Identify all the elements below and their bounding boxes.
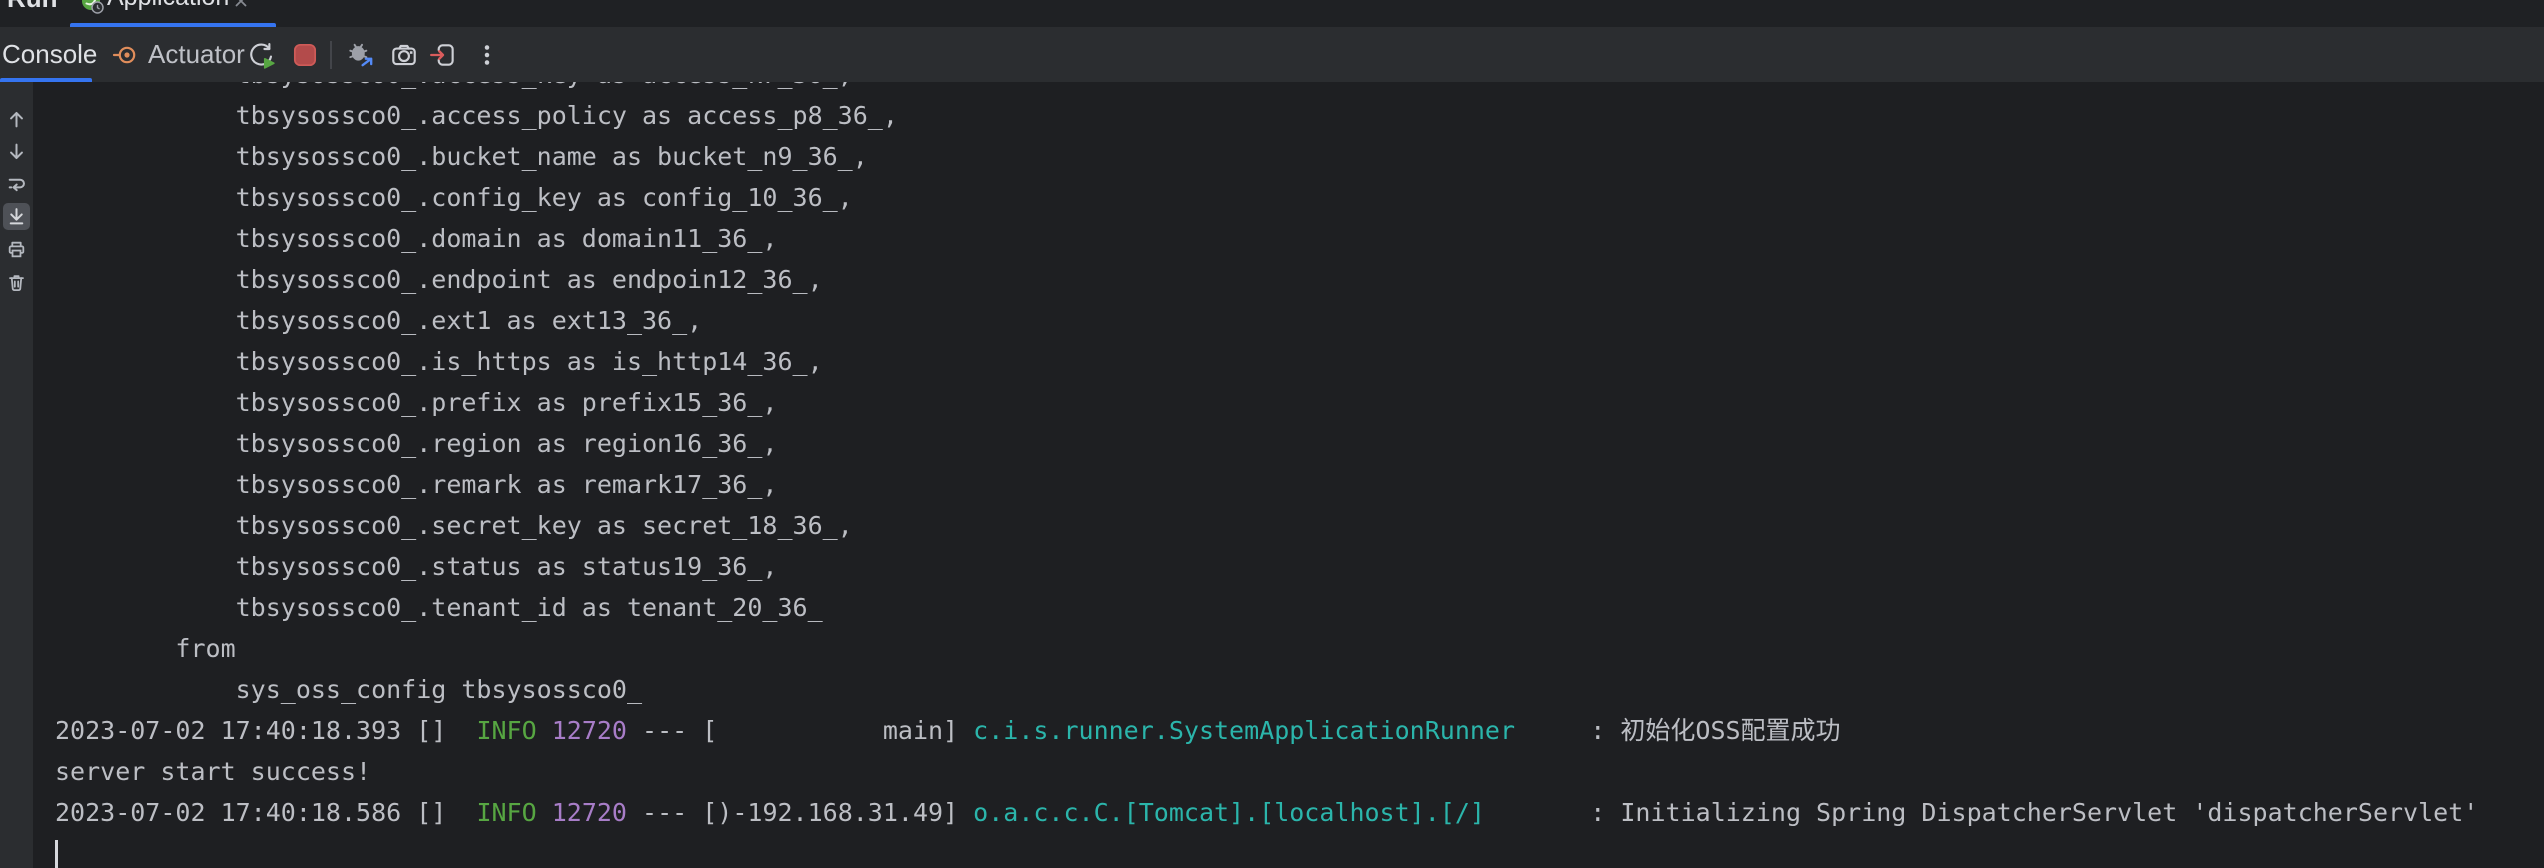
sql-column: tbsysossco0_.secret_key as secret_18_36_… [55,505,2544,546]
attach-debugger-icon [346,40,376,70]
next-occurrence-button[interactable] [3,138,30,165]
cursor-line [55,833,2544,868]
log-line: 2023-07-02 17:40:18.586 [] INFO 12720 --… [55,792,2544,833]
attach-debugger-button[interactable] [346,40,376,70]
tab-actuator[interactable]: Actuator [112,27,245,82]
sql-column: tbsysossco0_.endpoint as endpoin12_36_, [55,259,2544,300]
run-config-tab-application[interactable]: Application [70,0,276,27]
close-icon[interactable] [233,0,249,14]
clear-all-button[interactable] [3,269,30,296]
exit-button[interactable] [428,40,458,70]
sql-table: sys_oss_config tbsysossco0_ [55,669,2544,710]
run-tool-window-tabstrip: Run Application [0,0,2544,27]
trash-icon [6,272,27,293]
sql-from: from [55,628,2544,669]
rerun-button[interactable] [246,40,276,70]
toolbar-separator [330,41,332,69]
scroll-to-end-icon [6,206,27,227]
sql-column: tbsysossco0_.tenant_id as tenant_20_36_ [55,587,2544,628]
sql-column: tbsysossco0_.remark as remark17_36_, [55,464,2544,505]
sql-column: tbsysossco0_.ext1 as ext13_36_, [55,300,2544,341]
console-output[interactable]: tbsysossco0_.access_key as access_k7_36_… [33,82,2544,868]
more-options-icon [472,40,502,70]
sql-column-clipped: tbsysossco0_.access_key as access_k7_36_… [55,82,2544,95]
print-icon [6,239,27,260]
thread-dump-camera-icon [389,40,419,70]
log-line: 2023-07-02 17:40:18.393 [] INFO 12720 --… [55,710,2544,751]
console-toolbar: Console Actuator [0,27,2544,82]
console-text: tbsysossco0_.access_key as access_k7_36_… [33,82,2544,868]
stop-button[interactable] [290,40,320,70]
arrow-up-icon [6,109,27,130]
tool-window-title: Run [7,0,58,14]
sql-column: tbsysossco0_.prefix as prefix15_36_, [55,382,2544,423]
run-config-tab-label: Application [107,0,229,12]
arrow-down-icon [6,141,27,162]
exit-icon [428,40,458,70]
print-button[interactable] [3,236,30,263]
log-line: server start success! [55,751,2544,792]
sql-column: tbsysossco0_.region as region16_36_, [55,423,2544,464]
scroll-to-end-button[interactable] [3,203,30,230]
tab-console[interactable]: Console [2,27,92,82]
sql-column: tbsysossco0_.is_https as is_http14_36_, [55,341,2544,382]
text-caret [55,840,58,868]
soft-wrap-icon [6,174,27,195]
actuator-endpoint-icon [112,42,148,68]
rerun-icon [246,40,276,70]
sql-column: tbsysossco0_.bucket_name as bucket_n9_36… [55,136,2544,177]
stop-icon [290,40,320,70]
sql-column: tbsysossco0_.config_key as config_10_36_… [55,177,2544,218]
spring-boot-run-icon [80,0,104,19]
console-gutter [0,82,33,868]
sql-column: tbsysossco0_.domain as domain11_36_, [55,218,2544,259]
soft-wrap-button[interactable] [3,171,30,198]
prev-occurrence-button[interactable] [3,106,30,133]
more-options-button[interactable] [472,40,502,70]
sql-column: tbsysossco0_.access_policy as access_p8_… [55,95,2544,136]
sql-column: tbsysossco0_.status as status19_36_, [55,546,2544,587]
thread-dump-button[interactable] [389,40,419,70]
